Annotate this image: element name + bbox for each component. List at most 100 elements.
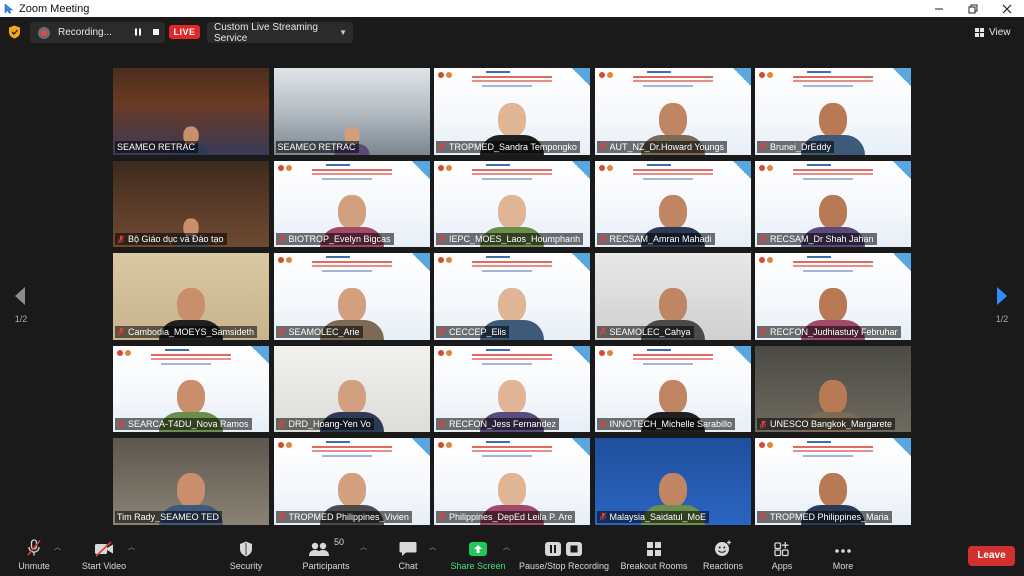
- participant-name-text: Bộ Giáo dục và Đào tạo: [128, 234, 224, 245]
- live-badge[interactable]: LIVE: [169, 25, 200, 39]
- participant-name-text: TROPMED Philippines_Vivien: [288, 511, 409, 522]
- participant-name-label: RECFON_Judhiastuty Februhar: [757, 325, 901, 338]
- microphone-muted-icon: [26, 537, 42, 557]
- recording-dot-icon: [38, 26, 50, 39]
- participant-video-tile[interactable]: SEAMEO RETRAC: [273, 68, 430, 155]
- participant-video-tile[interactable]: SEARCA-T4DU_Nova Ramos: [113, 345, 269, 433]
- participants-caret-icon[interactable]: ︿: [360, 542, 367, 552]
- participant-name-text: BIOTROP_Evelyn Bigcas: [288, 234, 391, 245]
- pause-stop-recording-button[interactable]: Pause/Stop Recording: [519, 537, 609, 573]
- participant-name-label: SEAMOLEC_Cahya: [596, 325, 694, 338]
- participant-video-tile[interactable]: RECFON_Jess Fernandez: [434, 345, 590, 433]
- leave-meeting-button[interactable]: Leave: [968, 546, 1015, 566]
- muted-microphone-icon: [598, 235, 607, 244]
- more-button[interactable]: More: [828, 537, 858, 573]
- chevron-down-icon: ▼: [339, 28, 347, 37]
- video-options-caret-icon[interactable]: ︿: [128, 542, 135, 552]
- zoom-app-icon: [3, 3, 15, 15]
- participant-video-tile[interactable]: Philippines_DepEd Leila P. Are: [434, 438, 590, 525]
- share-screen-label: Share Screen: [450, 561, 506, 571]
- start-video-button[interactable]: Start Video: [80, 537, 128, 573]
- participant-video-tile[interactable]: TROPMED_Sandra Tempongko: [434, 68, 590, 155]
- chat-button[interactable]: Chat: [390, 537, 426, 573]
- participant-name-label: SEAMEO RETRAC: [115, 140, 199, 153]
- more-dots-icon: [834, 537, 852, 557]
- muted-microphone-icon: [759, 420, 767, 429]
- muted-microphone-icon: [277, 235, 286, 244]
- participant-name-text: AUT_NZ_Dr.Howard Youngs: [609, 141, 725, 152]
- unmute-button[interactable]: Unmute: [14, 537, 54, 573]
- participant-video-tile[interactable]: Malaysia_Saidatul_MoE: [594, 438, 751, 525]
- participant-video-tile[interactable]: CECCEP_Elis: [434, 253, 590, 340]
- participant-video-tile[interactable]: AUT_NZ_Dr.Howard Youngs: [594, 68, 751, 155]
- breakout-rooms-button[interactable]: Breakout Rooms: [620, 537, 688, 573]
- previous-page-arrow-icon[interactable]: [12, 285, 28, 307]
- participant-video-tile[interactable]: Bộ Giáo dục và Đào tạo: [113, 160, 269, 248]
- participant-name-label: Malaysia_Saidatul_MoE: [596, 510, 710, 523]
- participant-video-tile[interactable]: IEPC_MOES_Laos_Houmphanh: [434, 160, 590, 248]
- participant-name-label: Bộ Giáo dục và Đào tạo: [115, 233, 227, 246]
- workshop-banner: [755, 253, 911, 283]
- reactions-button[interactable]: Reactions: [701, 537, 745, 573]
- participant-video-tile[interactable]: SEAMOLEC_Arie: [273, 253, 430, 340]
- participant-name-label: INNOTECH_Michelle Sarabillo: [596, 418, 736, 431]
- chat-bubble-icon: [399, 537, 417, 557]
- participant-video-tile[interactable]: RECFON_Judhiastuty Februhar: [755, 253, 911, 340]
- workshop-banner: [434, 160, 590, 191]
- muted-microphone-icon: [598, 327, 607, 337]
- participant-name-text: TROPMED_Sandra Tempongko: [449, 141, 577, 152]
- pause-recording-icon[interactable]: [129, 28, 147, 38]
- encryption-shield-icon[interactable]: [8, 25, 21, 39]
- participant-video-tile[interactable]: BIOTROP_Evelyn Bigcas: [273, 160, 430, 248]
- participant-video-tile[interactable]: UNESCO Bangkok_Margarete: [755, 345, 911, 433]
- participant-name-label: Philippines_DepEd Leila P. Are: [436, 510, 576, 523]
- next-page-arrow-icon[interactable]: [994, 285, 1010, 307]
- share-options-caret-icon[interactable]: ︿: [503, 542, 510, 552]
- participant-video-tile[interactable]: TROPMED Philippines_Vivien: [273, 438, 430, 525]
- workshop-banner: [434, 68, 590, 98]
- apps-button[interactable]: Apps: [766, 537, 798, 573]
- participant-video-tile[interactable]: DRD_Hoang-Yen Vo: [273, 345, 430, 433]
- shield-icon: [239, 537, 253, 557]
- participants-button[interactable]: 50 Participants: [300, 537, 352, 573]
- restore-button[interactable]: [956, 0, 990, 17]
- participant-video-tile[interactable]: SEAMOLEC_Cahya: [594, 253, 751, 340]
- participant-video-tile[interactable]: RECSAM_Dr Shah Jahan: [755, 160, 911, 248]
- stop-recording-icon[interactable]: [147, 28, 165, 38]
- audio-options-caret-icon[interactable]: ︿: [54, 542, 61, 552]
- close-window-button[interactable]: [990, 0, 1024, 17]
- participant-video-tile[interactable]: INNOTECH_Michelle Sarabillo: [594, 345, 751, 433]
- smiley-plus-icon: [714, 537, 732, 557]
- page-indicator-right: 1/2: [995, 314, 1009, 324]
- more-label: More: [832, 561, 854, 571]
- participant-name-text: INNOTECH_Michelle Sarabillo: [609, 419, 733, 430]
- participant-name-label: SEAMEO RETRAC: [275, 140, 359, 153]
- security-button[interactable]: Security: [226, 537, 266, 573]
- workshop-banner: [755, 438, 911, 468]
- participant-video-tile[interactable]: Tim Rady_SEAMEO TED: [113, 438, 269, 525]
- muted-microphone-icon: [117, 327, 125, 337]
- meeting-top-bar: Recording... LIVE Custom Live Streaming …: [0, 17, 1024, 47]
- chat-caret-icon[interactable]: ︿: [429, 542, 436, 552]
- view-button[interactable]: View: [975, 25, 1011, 39]
- participant-name-text: SEAMEO RETRAC: [277, 141, 356, 152]
- participant-video-tile[interactable]: RECSAM_Amran Mahadi: [594, 160, 751, 248]
- share-screen-button[interactable]: Share Screen: [450, 537, 506, 573]
- participant-name-text: RECFON_Jess Fernandez: [449, 419, 557, 430]
- participant-name-text: IEPC_MOES_Laos_Houmphanh: [449, 234, 581, 245]
- muted-microphone-icon: [277, 420, 286, 429]
- page-indicator-left: 1/2: [14, 314, 28, 324]
- participant-name-label: TROPMED_Sandra Tempongko: [436, 140, 580, 153]
- participants-count: 50: [333, 537, 344, 547]
- muted-microphone-icon: [277, 512, 286, 522]
- minimize-button[interactable]: [922, 0, 956, 17]
- participant-name-label: Tim Rady_SEAMEO TED: [115, 510, 223, 523]
- participant-video-tile[interactable]: SEAMEO RETRAC: [113, 68, 269, 155]
- workshop-banner: [434, 253, 590, 283]
- live-stream-service-button[interactable]: Custom Live Streaming Service ▼: [207, 22, 353, 44]
- participant-video-tile[interactable]: Cambodia_MOEYS_Samsideth: [113, 253, 269, 340]
- participant-video-tile[interactable]: Brunei_DrEddy: [755, 68, 911, 155]
- participant-video-tile[interactable]: TROPMED Philippines_Maria: [755, 438, 911, 525]
- participant-name-text: SEAMOLEC_Cahya: [609, 326, 691, 337]
- recording-status-text: Recording...: [58, 27, 112, 38]
